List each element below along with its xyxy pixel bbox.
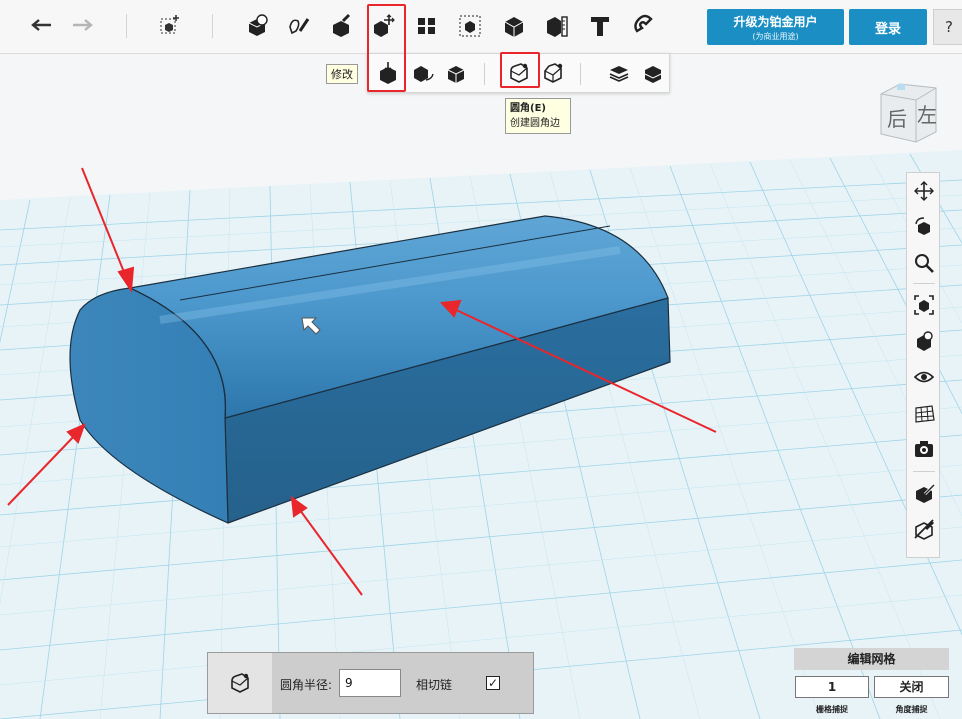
view-eye-icon[interactable] (910, 363, 938, 391)
extrude-icon[interactable] (441, 58, 471, 88)
upgrade-button[interactable]: 升级为铂金用户 (为商业用途) (707, 9, 844, 45)
fit-view-icon[interactable] (910, 291, 938, 319)
screenshot-camera-icon[interactable] (910, 435, 938, 463)
text-icon[interactable] (582, 8, 618, 44)
tangent-chain-checkbox[interactable]: ✓ (486, 676, 500, 690)
tangent-chain-label: 相切链 (416, 678, 453, 692)
angle-caption: 角度捕捉 (895, 705, 928, 714)
construct-icon[interactable] (323, 8, 359, 44)
chamfer-icon[interactable] (538, 58, 568, 88)
fillet-tooltip-desc: 创建圆角边 (510, 118, 560, 129)
redo-icon[interactable] (64, 8, 100, 44)
top-toolbar: 升级为铂金用户 (为商业用途) 登录 ? (0, 0, 962, 54)
snap-caption: 栅格捕捉 (816, 705, 848, 714)
tweak-icon[interactable] (408, 58, 438, 88)
viewcube-face-back[interactable]: 后 (887, 107, 907, 131)
fillet-tooltip: 圆角(E) 创建圆角边 (505, 98, 571, 134)
view-cube[interactable]: 后 左 (878, 80, 942, 144)
upgrade-label: 升级为铂金用户 (733, 15, 818, 29)
zoom-selected-icon[interactable] (910, 327, 938, 355)
modify-tooltip: 修改 (326, 64, 358, 84)
split-solid-icon[interactable] (638, 58, 668, 88)
zoom-icon[interactable] (910, 249, 938, 277)
fillet-highlight (500, 52, 540, 88)
angle-snap-field[interactable]: 关闭 (874, 676, 949, 698)
snap-magnet-icon[interactable] (626, 8, 662, 44)
navigation-bar (906, 172, 940, 558)
measure-icon[interactable] (539, 8, 575, 44)
grid-view-icon[interactable] (910, 399, 938, 427)
primitives-icon[interactable] (239, 8, 275, 44)
material-icon[interactable] (910, 479, 938, 507)
pan-icon[interactable] (910, 177, 938, 205)
grouping-icon[interactable] (452, 8, 488, 44)
pattern-icon[interactable] (409, 8, 445, 44)
login-button[interactable]: 登录 (849, 9, 927, 45)
sketch-icon[interactable] (152, 8, 188, 44)
grid-settings-panel: 编辑网格 1 关闭 栅格捕捉 角度捕捉 (794, 648, 950, 716)
edit-grid-button[interactable]: 编辑网格 (794, 648, 949, 670)
snap-value-field[interactable]: 1 (795, 676, 869, 698)
hide-material-icon[interactable] (910, 515, 938, 543)
fillet-tooltip-title: 圆角(E) (510, 103, 546, 114)
3d-viewport[interactable] (0, 55, 962, 719)
modify-highlight (367, 4, 406, 92)
help-button[interactable]: ? (933, 9, 962, 45)
radius-input[interactable] (339, 669, 401, 697)
radius-label: 圆角半径: (280, 678, 333, 692)
split-face-icon[interactable] (604, 58, 634, 88)
combine-icon[interactable] (496, 8, 532, 44)
upgrade-sublabel: (为商业用途) (752, 32, 799, 41)
viewcube-face-left[interactable]: 左 (917, 103, 937, 127)
fillet-panel-icon (208, 653, 272, 713)
undo-icon[interactable] (24, 8, 60, 44)
sketch-pen-icon[interactable] (281, 8, 317, 44)
scene-svg (0, 55, 962, 719)
orbit-icon[interactable] (910, 213, 938, 241)
